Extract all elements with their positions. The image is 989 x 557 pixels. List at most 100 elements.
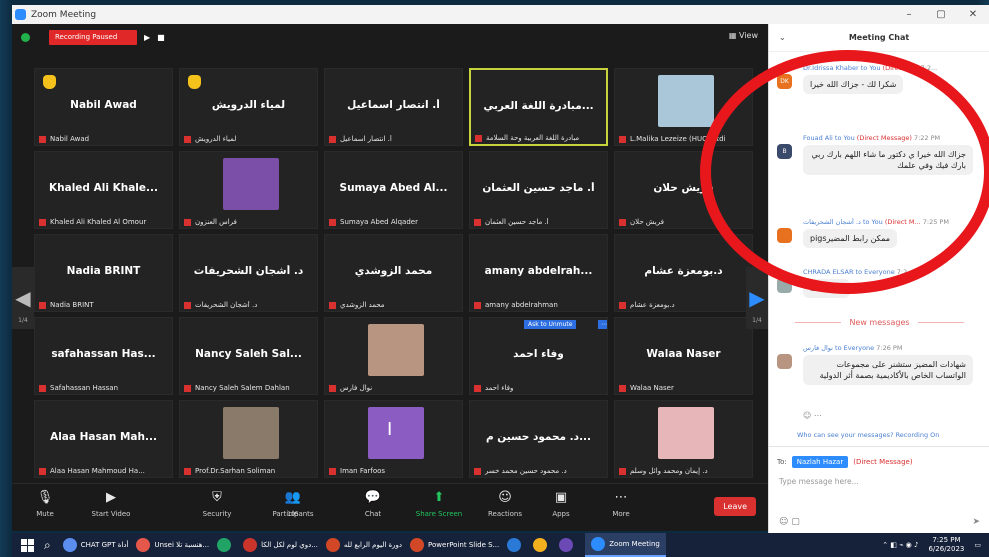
participant-label: Iman Farfoos [329, 467, 460, 475]
resume-recording-icon[interactable]: ▶ [144, 33, 150, 42]
chat-input[interactable]: Type message here... [779, 477, 859, 486]
app-icon [243, 538, 258, 552]
leave-button[interactable]: Leave [714, 497, 756, 516]
participant-tile[interactable]: Khaled Ali Khale... Khaled Ali Khaled Al … [34, 151, 173, 229]
chat-button[interactable]: 💬 Chat [344, 490, 402, 518]
chat-message: CHRADA ELSAR to Everyone 7:2... عصى الله [777, 268, 987, 298]
tray-icons[interactable]: ⌃ ◧ ⌁ ◉ ♪ [882, 541, 918, 549]
muted-mic-icon [184, 384, 191, 392]
clock[interactable]: 7:25 PM 6/26/2023 [928, 536, 964, 554]
start-video-button[interactable]: ▶ Start Video [82, 490, 140, 518]
mute-button[interactable]: 🎙 Mute [16, 490, 74, 518]
taskbar-items: CHAT GPT أداة Unsei هنسبة تلا... دوي لوم ل… [62, 533, 586, 557]
participant-tile[interactable]: Sumaya Abed Al... Sumaya Abed Alqader [324, 151, 463, 229]
participant-name: د. أشجان الشحريفات [193, 265, 304, 277]
windows-start-icon[interactable] [21, 538, 34, 552]
participant-tile[interactable]: د.بومعزة عشام د.بومعزة عشام [614, 234, 753, 312]
search-icon[interactable]: ⌕ [44, 538, 51, 553]
muted-mic-icon [39, 218, 46, 226]
notification-icon[interactable]: ▭ [974, 541, 981, 549]
more-button[interactable]: ⋯ More [592, 490, 650, 518]
participants-button[interactable]: 👥 105 Participants [264, 490, 322, 518]
app-icon [410, 538, 425, 552]
participant-tile[interactable]: Alaa Hasan Mah... Alaa Hasan Mahmoud Ha..… [34, 400, 173, 478]
send-icon[interactable]: ➤ [972, 517, 980, 527]
participant-tile[interactable]: محمد الزوشدي محمد الزوشدي [324, 234, 463, 312]
minimize-button[interactable]: – [893, 5, 925, 24]
zoom-app-icon [591, 537, 606, 551]
muted-mic-icon [39, 467, 46, 475]
taskbar-item[interactable]: Unsei هنسبة تلا... [136, 533, 209, 557]
taskbar-item[interactable]: CHAT GPT أداة [62, 533, 128, 557]
participant-label: Prof.Dr.Sarhan Soliman [184, 467, 315, 475]
taskbar-item-zoom[interactable]: Zoom Meeting [585, 533, 666, 557]
participant-tile[interactable]: لمياء الدرويش لمياء الدرويش [179, 68, 318, 146]
direct-message-label: (Direct Message) [853, 458, 913, 466]
taskbar-item[interactable]: PowerPoint Slide S... [410, 533, 499, 557]
recording-status[interactable]: Recording Paused [49, 29, 137, 45]
close-button[interactable]: ✕ [957, 5, 989, 24]
message-reactions[interactable]: ☺ ⋯ [803, 411, 822, 420]
chevron-down-icon[interactable]: ⌄ [779, 24, 786, 52]
security-button[interactable]: ⛨ Security [188, 490, 246, 518]
participant-tile[interactable]: أ. ماجد حسين العثمان أ. ماجد حسين العثمان [469, 151, 608, 229]
taskbar-item[interactable] [507, 533, 525, 557]
apps-button[interactable]: ▣ Apps [532, 490, 590, 518]
participant-name: Nancy Saleh Sal... [195, 348, 302, 360]
share-screen-button[interactable]: ⬆ Share Screen [410, 490, 468, 518]
reactions-button[interactable]: ☺ Reactions [476, 490, 534, 518]
participant-label: د. أشجان الشحريفات [184, 301, 315, 309]
participant-tile[interactable]: I Iman Farfoos [324, 400, 463, 478]
screen: Zoom Meeting – ▢ ✕ Recording Paused ▶ ■ … [0, 0, 989, 557]
participant-tile[interactable]: amany abdelrah... amany abdelrahman [469, 234, 608, 312]
participant-tile[interactable]: فراس العنزون [179, 151, 318, 229]
taskbar-item[interactable] [217, 533, 235, 557]
participant-tile[interactable]: د. إيمان ومحمد وائل وسلم [614, 400, 753, 478]
app-icon [507, 538, 522, 552]
sender-avatar: DK [777, 74, 792, 89]
participant-tile[interactable]: Nadia BRINT Nadia BRINT [34, 234, 173, 312]
raised-hand-icon [188, 75, 201, 89]
security-shield-icon[interactable] [21, 32, 30, 42]
apps-icon: ▣ [554, 490, 568, 505]
participant-tile[interactable]: د. محمود حسين م... د. محمود حسين محمد خسر [469, 400, 608, 478]
participant-name: فريش حلان [653, 182, 714, 194]
participant-tile[interactable]: safahassan Has... Safahassan Hassan [34, 317, 173, 395]
zoom-logo-icon [15, 9, 26, 20]
taskbar-item[interactable]: دورة اليوم الرابع لله [325, 533, 402, 557]
participant-tile[interactable]: فريش حلان فريش حلان [614, 151, 753, 229]
participant-tile[interactable]: Nabil Awad Nabil Awad [34, 68, 173, 146]
muted-mic-icon [329, 384, 336, 392]
participant-tile[interactable]: د. أشجان الشحريفات د. أشجان الشحريفات [179, 234, 318, 312]
participant-name: د.بومعزة عشام [644, 265, 723, 277]
participant-tile[interactable]: Walaa Naser Walaa Naser [614, 317, 753, 395]
prev-page-button[interactable]: ◀ 1/4 [12, 267, 34, 329]
participant-tile[interactable]: Prof.Dr.Sarhan Soliman [179, 400, 318, 478]
ask-to-unmute-button[interactable]: Ask to Unmute [524, 320, 577, 329]
participant-tile[interactable]: L.Malika Lezeize (HUC) Etdi [614, 68, 753, 146]
sender-avatar [777, 278, 792, 293]
more-options-icon[interactable]: ⋯ [598, 320, 607, 329]
emoji-icon[interactable]: ☺ ▢ [779, 517, 800, 527]
stop-recording-icon[interactable]: ■ [157, 33, 165, 42]
next-page-button[interactable]: ▶ 1/4 [746, 267, 768, 329]
who-can-see-link[interactable]: Who can see your messages? Recording On [797, 431, 939, 439]
taskbar-item[interactable] [559, 533, 577, 557]
system-tray: ⌃ ◧ ⌁ ◉ ♪ 7:25 PM 6/26/2023 ▭ [882, 533, 981, 557]
participant-tile[interactable]: Ask to Unmute ⋯ وفاء احمد وفاء احمد [469, 317, 608, 395]
participant-tile[interactable]: مبادرة اللغة العربي... مبادرة اللغة العرب… [469, 68, 608, 146]
participant-photo [368, 324, 424, 376]
taskbar-item[interactable] [533, 533, 551, 557]
taskbar-item[interactable]: دوي لوم لكل الكا... [243, 533, 318, 557]
participant-tile[interactable]: Nancy Saleh Sal... Nancy Saleh Salem Dahl… [179, 317, 318, 395]
participant-name: Nadia BRINT [66, 265, 141, 277]
muted-mic-icon [619, 301, 626, 309]
muted-mic-icon [184, 135, 191, 143]
view-button[interactable]: ▦ View [729, 31, 758, 40]
participant-label: فراس العنزون [184, 218, 315, 226]
recipient-select[interactable]: Nazlah Hazar [791, 456, 849, 468]
to-label: To: [777, 458, 787, 466]
participant-tile[interactable]: نوال فارس [324, 317, 463, 395]
participant-tile[interactable]: أ. انتصار اسماعيل أ. انتصار اسماعيل [324, 68, 463, 146]
maximize-button[interactable]: ▢ [925, 5, 957, 24]
